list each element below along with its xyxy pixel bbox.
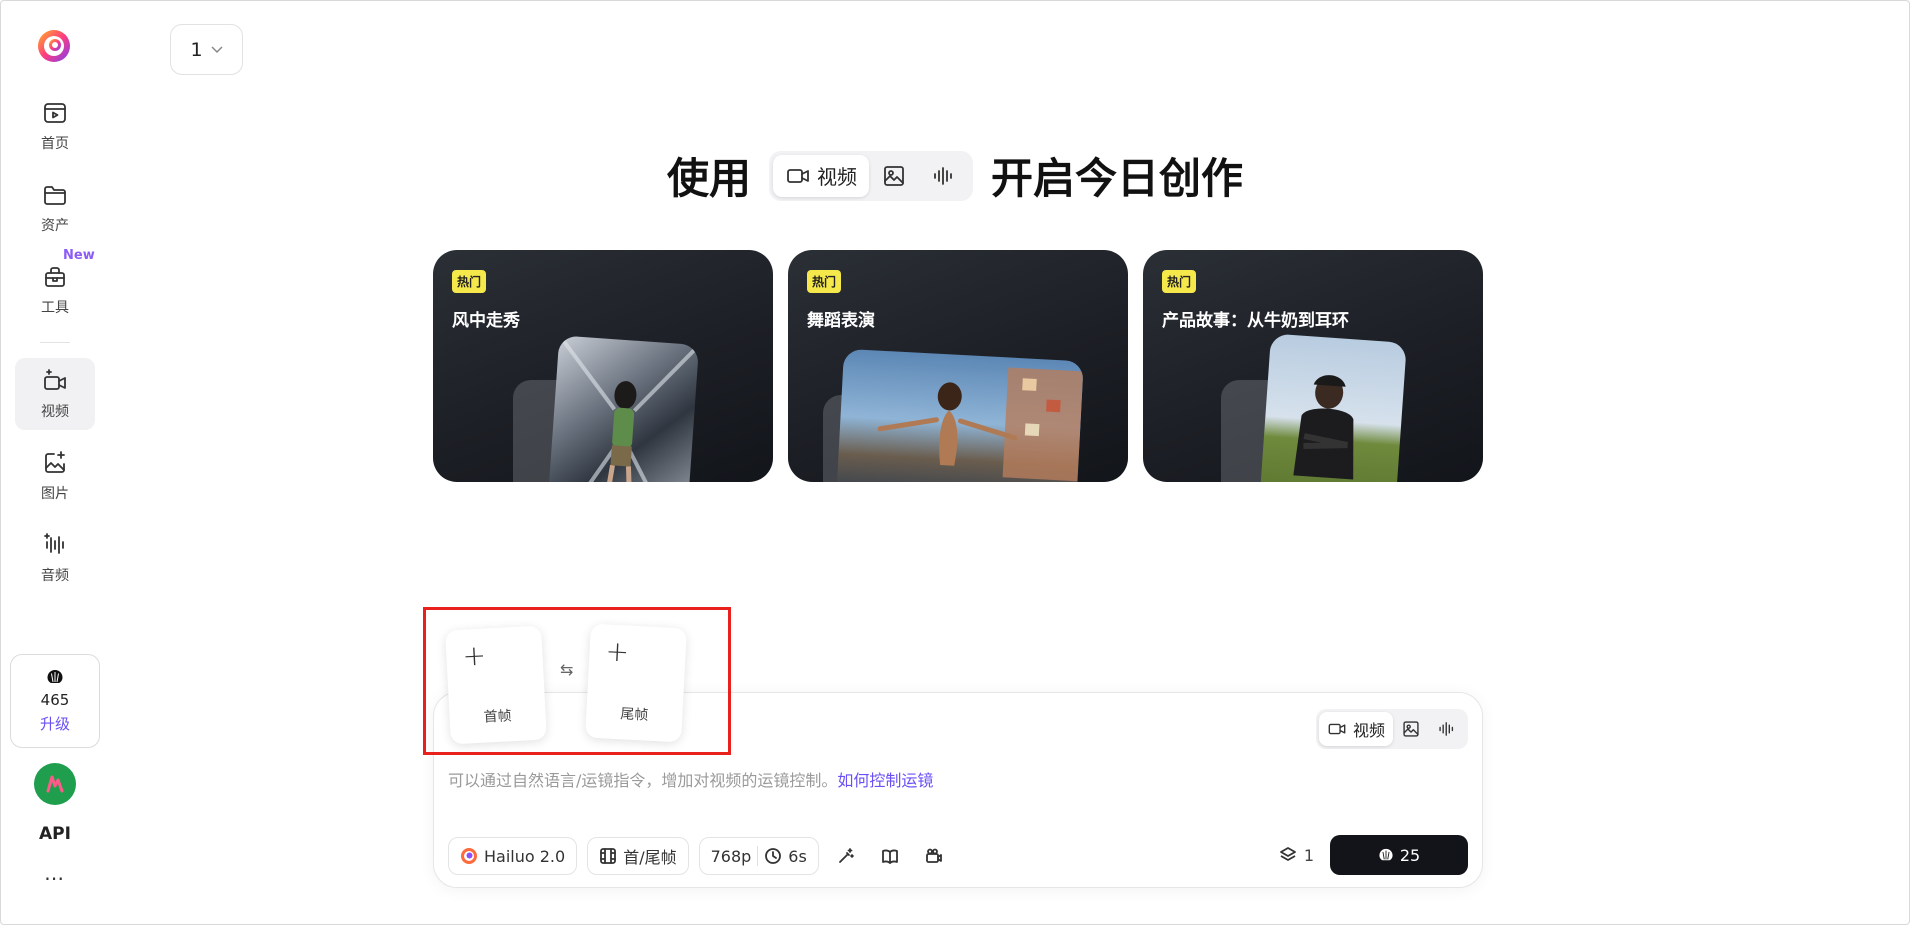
new-badge: New (63, 248, 95, 263)
video-camera-icon (787, 168, 809, 183)
sidebar: 首页 资产 工具 New 视频 图片 音频 465 升级 API ⋯ (0, 0, 110, 925)
composer-mode-label: 视频 (1352, 721, 1385, 740)
hailuo-logo[interactable] (36, 28, 72, 64)
generate-cost: 25 (1399, 845, 1421, 865)
magic-wand-button[interactable] (829, 837, 863, 875)
hot-tag: 热门 (807, 270, 842, 293)
prompt-input[interactable]: 可以通过自然语言/运镜指令，增加对视频的运镜控制。如何控制运镜 (448, 767, 933, 791)
card-title: 舞蹈表演 (807, 311, 875, 331)
template-card[interactable]: 热门 风中走秀 (433, 250, 773, 482)
image-sparkle-icon (45, 451, 65, 473)
prompt-placeholder: 可以通过自然语言/运镜指令，增加对视频的运镜控制。 (448, 771, 838, 790)
workspace-select-value: 1 (190, 38, 203, 61)
credit-balance: 465 (40, 690, 70, 709)
pill-separator (757, 846, 759, 866)
toolbox-icon (45, 267, 65, 287)
video-sparkle-icon (44, 369, 66, 390)
film-icon (600, 848, 617, 864)
image-icon (884, 165, 904, 186)
more-menu-icon[interactable]: ⋯ (0, 866, 110, 890)
mode-tab-image[interactable] (869, 155, 919, 197)
hot-tag: 热门 (452, 270, 487, 293)
movie-camera-icon (925, 848, 942, 863)
audio-sparkle-icon (44, 533, 64, 554)
product-story-image (1293, 375, 1354, 480)
generate-button[interactable]: 25 (1330, 835, 1468, 875)
sidebar-divider (40, 342, 70, 343)
model-name: Hailuo 2.0 (484, 846, 566, 866)
book-icon (881, 849, 898, 864)
composer-mode-image[interactable] (1393, 712, 1429, 746)
credits-panel[interactable]: 465 升级 (10, 654, 100, 748)
card-title: 风中走秀 (452, 311, 520, 331)
template-card[interactable]: 热门 舞蹈表演 (788, 250, 1128, 482)
resolution-duration-select[interactable]: 768p 6s (698, 837, 819, 875)
output-count-select[interactable]: 1 (1278, 845, 1314, 865)
runway-model-image (557, 335, 700, 482)
composer-mode-video[interactable]: 视频 (1318, 712, 1393, 746)
audio-wave-icon (1439, 722, 1454, 736)
template-thumbnail (836, 348, 1084, 482)
video-camera-icon (1328, 723, 1346, 735)
highlight-annotation-box (423, 607, 731, 755)
api-link[interactable]: API (0, 824, 110, 844)
audio-wave-icon (934, 166, 952, 185)
sidebar-item-label: 图片 (41, 486, 69, 502)
sidebar-item-tools[interactable]: 工具 (15, 254, 95, 326)
sidebar-item-images[interactable]: 图片 (15, 440, 95, 512)
image-icon (1403, 721, 1419, 737)
page-headline: 使用 视频 开启今日创作 (0, 145, 1910, 206)
composer-toolbar: Hailuo 2.0 首/尾帧 768p 6s (448, 837, 951, 875)
sidebar-item-label: 视频 (41, 404, 69, 420)
output-count: 1 (1303, 845, 1314, 865)
template-thumbnail (1259, 333, 1407, 482)
composer-actions: 1 25 (1278, 835, 1468, 875)
camera-help-link[interactable]: 如何控制运镜 (837, 771, 933, 790)
layers-icon (1279, 847, 1296, 861)
sidebar-item-video[interactable]: 视频 (15, 358, 95, 430)
frame-mode-select[interactable]: 首/尾帧 (587, 837, 689, 875)
template-thumbnail (546, 335, 700, 482)
sidebar-item-label: 音频 (41, 568, 69, 584)
mode-tab-video[interactable]: 视频 (773, 154, 869, 197)
magic-wand-icon (838, 848, 854, 863)
avatar[interactable] (34, 763, 76, 805)
shell-icon (1379, 848, 1393, 861)
mode-tab-label: 视频 (817, 165, 857, 189)
resolution-value: 768p (710, 846, 752, 866)
sidebar-item-audio[interactable]: 音频 (15, 522, 95, 594)
frame-mode-label: 首/尾帧 (623, 848, 677, 867)
guide-button[interactable] (873, 837, 907, 875)
clock-icon (765, 848, 782, 864)
card-title: 产品故事：从牛奶到耳环 (1162, 311, 1349, 331)
composer-mode-audio[interactable] (1429, 712, 1465, 746)
mode-switcher: 视频 (769, 150, 973, 201)
mode-tab-audio[interactable] (919, 155, 969, 197)
model-select[interactable]: Hailuo 2.0 (448, 837, 578, 875)
shell-icon (47, 669, 63, 683)
headline-suffix: 开启今日创作 (991, 154, 1244, 203)
hailuo-model-icon (461, 848, 477, 864)
chevron-down-icon (211, 45, 223, 53)
duration-value: 6s (788, 846, 807, 866)
headline-prefix: 使用 (666, 154, 751, 203)
upgrade-link[interactable]: 升级 (40, 713, 70, 734)
sidebar-item-label: 资产 (41, 218, 69, 234)
camera-control-button[interactable] (917, 837, 951, 875)
sidebar-item-label: 工具 (41, 300, 69, 316)
composer-mode-switcher: 视频 (1315, 709, 1468, 749)
workspace-select[interactable]: 1 (170, 24, 243, 75)
hot-tag: 热门 (1162, 270, 1197, 293)
home-video-icon (44, 103, 66, 123)
dancer-image (877, 367, 1084, 482)
user-avatar-icon (46, 775, 64, 793)
template-card[interactable]: 热门 产品故事：从牛奶到耳环 (1143, 250, 1483, 482)
